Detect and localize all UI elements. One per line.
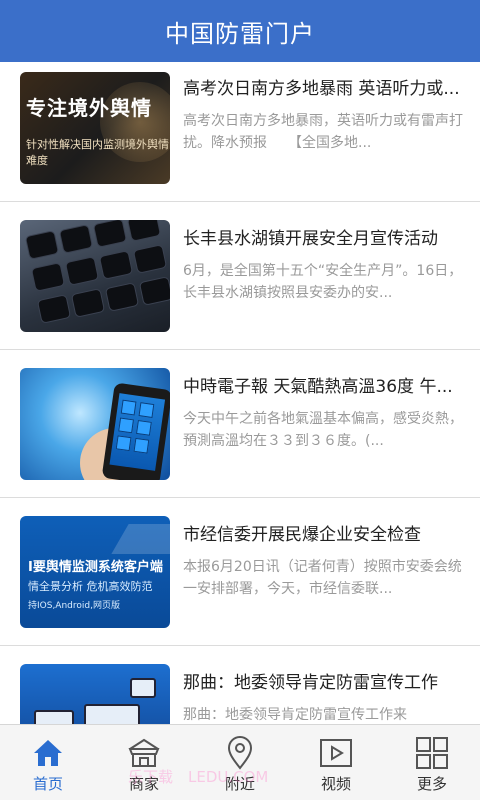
keyboard-key [94,220,126,247]
article-title: 那曲：地委领导肯定防雷宣传工作 [183,673,438,693]
bottom-tab-bar: 首页 商家 附近 视频 更多 [0,724,480,800]
article-summary: 6月，是全国第十五个“安全生产月”。16日，长丰县水湖镇按照县安委办的安... [183,263,463,301]
article-item[interactable]: I要舆情监测系统客户端 情全景分析 危机高效防范 持IOS,Android,网页… [0,498,480,646]
article-title: 高考次日南方多地暴雨 英语听力或... [183,79,460,99]
article-item[interactable]: 专注境外舆情 针对性解决国内监测境外舆情难度 高考次日南方多地暴雨 英语听力或.… [0,62,480,202]
store-icon [128,738,160,767]
keyboard-key [140,277,170,305]
tab-nearby[interactable]: 附近 [192,725,288,800]
video-play-icon [320,739,352,767]
keyboard-key [134,245,166,273]
screen-tile [133,437,150,454]
article-summary: 那曲：地委领导肯定防雷宣传工作来 [183,707,407,723]
article-thumbnail [20,664,170,724]
article-thumbnail [20,220,170,332]
keyboard-key [106,283,138,311]
screen-tile [136,419,152,436]
screen-tile [138,402,155,418]
grid-more-icon [416,737,448,769]
app-title: 中国防雷门户 [165,19,315,48]
article-thumbnail [20,368,170,480]
article-item[interactable]: 那曲：地委领导肯定防雷宣传工作 那曲：地委领导肯定防雷宣传工作来 [0,646,480,724]
article-summary: 今天中午之前各地氣溫基本偏高，感受炎熱，預測高溫均在３３到３６度。(... [183,411,463,449]
screen-tile [118,417,134,434]
location-pin-icon [227,736,253,770]
keyboard-key [66,257,98,285]
tab-home[interactable]: 首页 [0,725,96,800]
device-shape [84,704,140,724]
tab-more[interactable]: 更多 [384,725,480,800]
keyboard-key [128,220,160,241]
screen-tile [115,435,132,452]
article-summary: 本报6月20日讯（记者何青）按照市安委会统一安排部署，今天，市经信委联... [183,559,462,597]
tab-store[interactable]: 商家 [96,725,192,800]
tab-label: 更多 [416,775,447,793]
article-title: 长丰县水湖镇开展安全月宣传活动 [183,229,438,249]
tab-label: 视频 [320,775,351,793]
phone-shape [101,382,170,480]
thumbnail-footnote: 持IOS,Android,网页版 [28,601,120,611]
thumbnail-headline: I要舆情监测系统客户端 [28,560,163,575]
home-icon [34,740,62,766]
article-thumbnail: I要舆情监测系统客户端 情全景分析 危机高效防范 持IOS,Android,网页… [20,516,170,628]
article-thumbnail: 专注境外舆情 针对性解决国内监测境外舆情难度 [20,72,170,184]
tab-video[interactable]: 视频 [288,725,384,800]
tab-label: 首页 [32,775,63,793]
thumbnail-arrow [111,524,170,554]
tab-label: 商家 [128,775,159,793]
article-list[interactable]: 专注境外舆情 针对性解决国内监测境外舆情难度 高考次日南方多地暴雨 英语听力或.… [0,62,480,724]
phone-screen [109,393,166,471]
app-header: 中国防雷门户 [0,0,480,62]
keyboard-key [38,295,70,323]
tab-label: 附近 [224,775,255,793]
keyboard-key [72,289,104,317]
screen-tile [120,399,137,416]
thumbnail-caption: 情全景分析 危机高效防范 [28,580,153,593]
thumbnail-headline: 专注境外舆情 [26,96,152,120]
article-item[interactable]: 长丰县水湖镇开展安全月宣传活动 6月，是全国第十五个“安全生产月”。16日，长丰… [0,202,480,350]
article-item[interactable]: 中時電子報 天氣酷熱高溫36度 午... 今天中午之前各地氣溫基本偏高，感受炎熱… [0,350,480,498]
keyboard-key [100,251,132,279]
device-shape [34,710,74,724]
article-title: 中時電子報 天氣酷熱高溫36度 午... [183,377,453,397]
keyboard-key [26,231,58,259]
article-title: 市经信委开展民爆企业安全检查 [183,525,421,545]
keyboard-key [32,263,64,291]
keyboard-key [60,225,92,253]
article-summary: 高考次日南方多地暴雨，英语听力或有雷声打扰。降水预报 【全国多地... [183,113,463,151]
thumbnail-caption: 针对性解决国内监测境外舆情难度 [26,138,169,167]
device-shape [130,678,156,698]
